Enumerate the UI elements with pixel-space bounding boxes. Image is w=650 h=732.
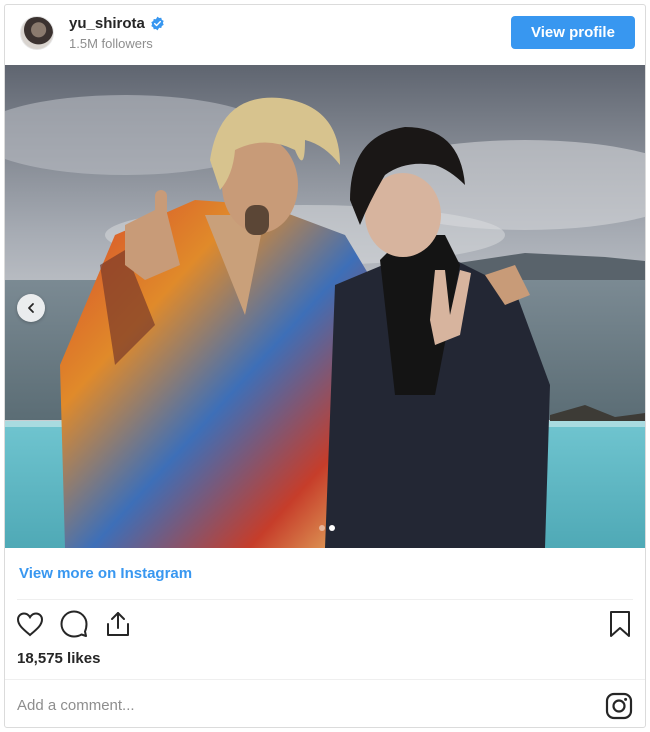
comment-bar [5,679,645,727]
carousel-prev-button[interactable] [17,294,45,322]
followers-count: 1.5M followers [69,36,153,51]
share-button[interactable] [103,609,133,639]
comment-icon [60,610,88,638]
carousel-dot-active [329,525,335,531]
carousel-dot [319,525,325,531]
username-row[interactable]: yu_shirota [69,15,165,32]
share-icon [107,612,129,636]
verified-badge-icon [150,16,165,31]
like-button[interactable] [15,609,45,639]
instagram-embed-card: yu_shirota 1.5M followers View profile V… [4,4,646,728]
view-profile-button[interactable]: View profile [511,16,635,49]
likes-count: 18,575 likes [17,650,101,667]
post-image [5,65,645,548]
comment-button[interactable] [59,609,89,639]
carousel-indicator [319,525,335,531]
chevron-left-icon [28,303,34,313]
avatar[interactable] [20,16,54,50]
username[interactable]: yu_shirota [69,15,145,32]
view-more-on-instagram-link[interactable]: View more on Instagram [19,565,192,582]
save-button[interactable] [605,609,635,639]
action-bar [15,609,133,639]
bookmark-icon [610,611,630,637]
add-comment-input[interactable] [17,694,577,716]
post-photo[interactable] [5,65,645,548]
post-header: yu_shirota 1.5M followers View profile [5,5,645,65]
heart-icon [16,612,44,637]
divider [17,599,633,600]
instagram-logo-icon[interactable] [605,692,633,720]
